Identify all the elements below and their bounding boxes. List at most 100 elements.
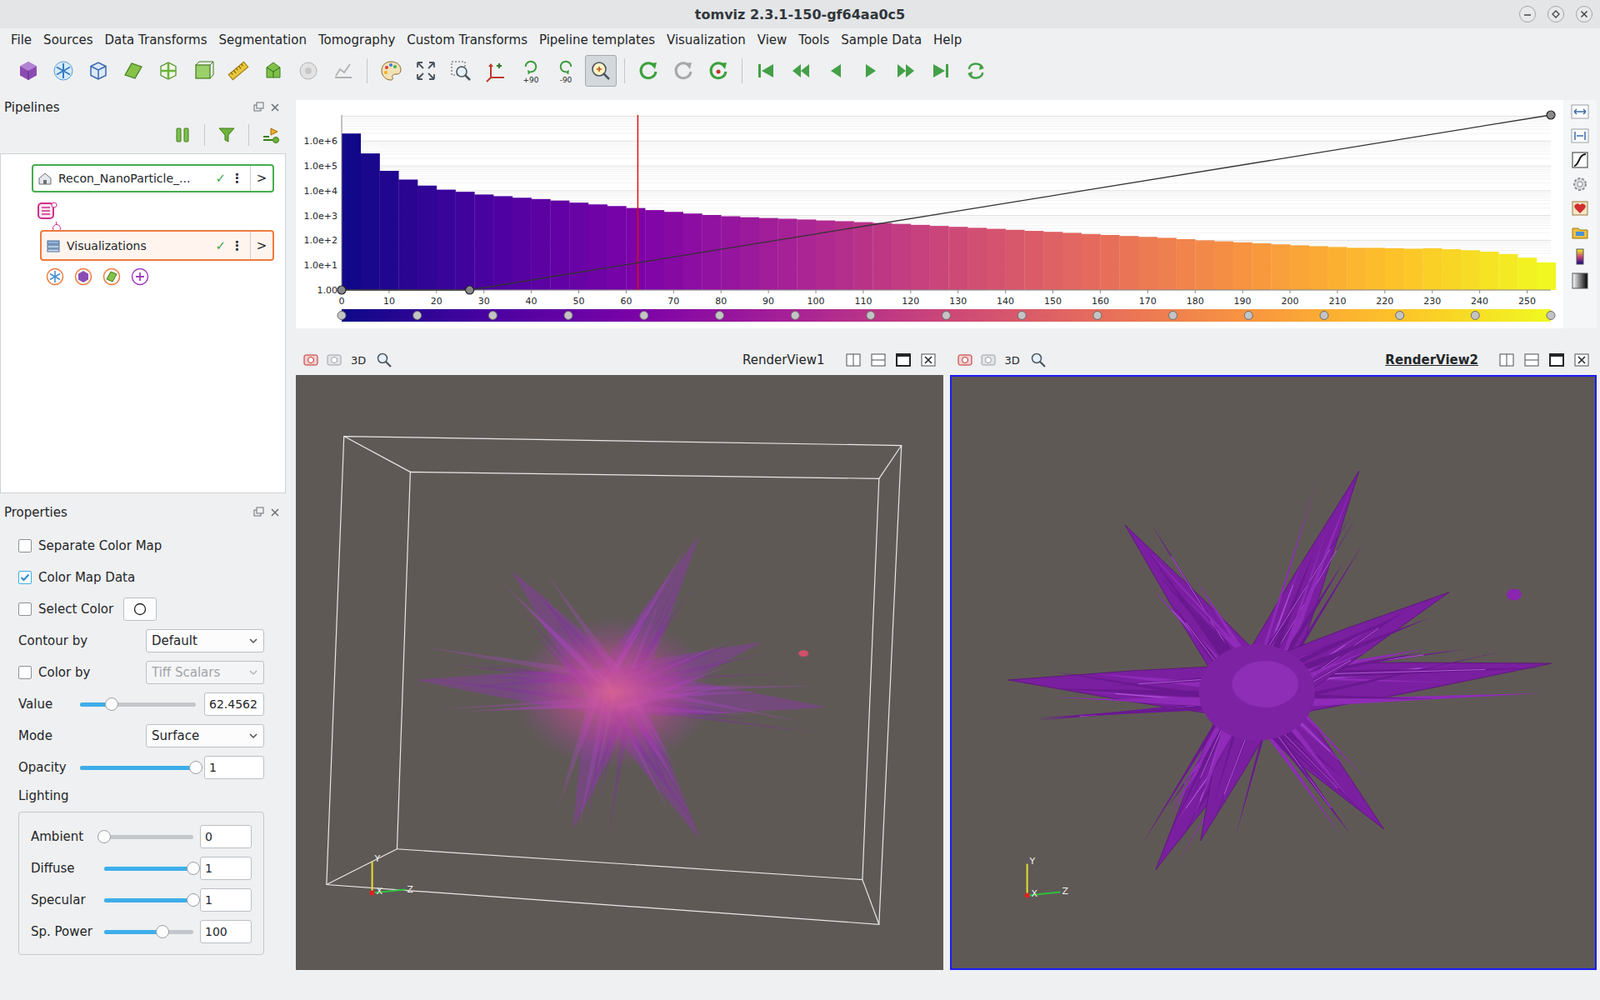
value-field[interactable]: 1 — [200, 888, 252, 912]
toolbar-button[interactable] — [222, 55, 255, 87]
value-field[interactable]: 100 — [200, 920, 252, 944]
opacity-point[interactable] — [337, 285, 346, 295]
histogram-tool-icon[interactable] — [1570, 271, 1590, 290]
histogram-tool-icon[interactable] — [1570, 150, 1590, 170]
slider-thumb[interactable] — [97, 830, 111, 844]
render-view-canvas[interactable]: YXZ — [295, 375, 944, 970]
opacity-point[interactable] — [1546, 110, 1555, 120]
render-view-canvas[interactable]: YXZ — [950, 375, 1598, 970]
slider[interactable] — [104, 930, 194, 935]
value-field[interactable]: 1 — [200, 856, 252, 880]
value-field[interactable]: 62.4562 — [204, 692, 265, 716]
reset-camera-icon[interactable] — [302, 351, 320, 369]
zoom-icon[interactable] — [375, 351, 393, 369]
color-point[interactable] — [564, 311, 573, 320]
split-vertical-icon[interactable] — [870, 351, 887, 369]
toolbar-button[interactable] — [750, 55, 782, 87]
color-point[interactable] — [790, 311, 800, 320]
color-point[interactable] — [1395, 311, 1405, 320]
toolbar-button[interactable] — [632, 55, 665, 87]
add-module-icon[interactable] — [130, 267, 150, 286]
menu-item[interactable]: Sample Data — [835, 30, 928, 50]
menu-item[interactable]: Sources — [37, 30, 99, 50]
histogram-tool-icon[interactable] — [1570, 199, 1590, 218]
menu-item[interactable]: Custom Transforms — [400, 30, 534, 50]
toolbar-button[interactable] — [445, 55, 477, 87]
histogram-tool-icon[interactable] — [1570, 126, 1590, 145]
close-icon[interactable] — [269, 506, 281, 519]
close-view-icon[interactable] — [920, 351, 937, 369]
maximize-icon[interactable] — [1548, 351, 1565, 369]
color-point[interactable] — [1470, 311, 1480, 320]
slider-thumb[interactable] — [105, 697, 119, 711]
opacity-point[interactable] — [465, 285, 475, 295]
color-point[interactable] — [1244, 311, 1253, 320]
slider[interactable] — [80, 702, 196, 707]
menu-item[interactable]: Help — [927, 30, 968, 50]
color-point[interactable] — [413, 311, 422, 320]
toolbar-button[interactable] — [890, 55, 922, 87]
color-point[interactable] — [640, 311, 649, 320]
dropdown[interactable]: Default — [145, 629, 265, 653]
toolbar-button[interactable] — [820, 55, 852, 87]
color-point[interactable] — [1093, 311, 1102, 320]
checkbox[interactable] — [18, 570, 32, 585]
color-point[interactable] — [1169, 311, 1178, 320]
toolbar-button[interactable] — [292, 55, 325, 87]
color-point[interactable] — [1017, 311, 1026, 320]
menu-item[interactable]: Segmentation — [212, 30, 312, 50]
toolbar-button[interactable] — [327, 55, 360, 87]
value-field[interactable]: 0 — [200, 825, 252, 849]
node-expand[interactable]: > — [250, 170, 273, 186]
checkbox[interactable] — [18, 602, 32, 616]
toolbar-button[interactable]: +90 — [515, 55, 547, 87]
toolbar-button[interactable] — [960, 55, 992, 87]
value-field[interactable]: 1 — [204, 755, 265, 780]
color-bar[interactable] — [341, 309, 1551, 322]
module-icon[interactable] — [102, 267, 121, 286]
render-canvas[interactable]: YXZ — [297, 376, 942, 969]
opacity-function[interactable] — [341, 115, 1551, 290]
histogram-tool-icon[interactable] — [1570, 223, 1590, 242]
menu-item[interactable]: Tools — [792, 30, 835, 50]
view-mode[interactable]: 3D — [350, 354, 366, 367]
toolbar-button[interactable] — [410, 55, 442, 87]
reset-camera-icon[interactable] — [956, 351, 974, 369]
split-horizontal-icon[interactable] — [1498, 351, 1515, 369]
split-horizontal-icon[interactable] — [845, 351, 862, 369]
close-view-icon[interactable] — [1573, 351, 1590, 369]
camera-icon[interactable] — [980, 351, 997, 369]
toolbar-button[interactable] — [117, 55, 150, 87]
dropdown[interactable]: Surface — [145, 724, 265, 748]
slider-thumb[interactable] — [186, 893, 200, 907]
maximize-icon[interactable] — [1546, 5, 1565, 24]
toolbar-button[interactable] — [480, 55, 512, 87]
toolbar-button[interactable] — [47, 55, 80, 87]
node-expand[interactable]: > — [250, 238, 273, 254]
toolbar-button[interactable]: -90 — [550, 55, 582, 87]
color-button[interactable] — [123, 597, 157, 621]
checkbox[interactable] — [18, 539, 32, 553]
histogram-tool-icon[interactable] — [1570, 247, 1590, 266]
module-icon[interactable] — [45, 267, 65, 286]
toolbar-button[interactable] — [925, 55, 957, 87]
module-icon[interactable] — [74, 267, 93, 286]
slider[interactable] — [104, 898, 194, 903]
toolbar-button[interactable] — [82, 55, 115, 87]
menu-item[interactable]: Visualization — [660, 30, 752, 50]
color-point[interactable] — [715, 311, 725, 320]
slider[interactable] — [80, 765, 196, 770]
render-canvas[interactable]: YXZ — [951, 376, 1596, 969]
toolbar-button[interactable] — [667, 55, 700, 87]
slider-thumb[interactable] — [155, 925, 170, 939]
menu-item[interactable]: Pipeline templates — [533, 30, 661, 50]
close-icon[interactable] — [269, 101, 281, 114]
histogram-tool-icon[interactable] — [1570, 175, 1590, 194]
minimize-icon[interactable] — [1518, 5, 1537, 24]
toolbar-button[interactable] — [785, 55, 817, 87]
toolbar-button[interactable] — [257, 55, 290, 87]
histogram-tool-icon[interactable] — [1570, 102, 1590, 121]
camera-icon[interactable] — [325, 351, 343, 369]
pause-icon[interactable] — [172, 125, 193, 145]
color-point[interactable] — [942, 311, 951, 320]
